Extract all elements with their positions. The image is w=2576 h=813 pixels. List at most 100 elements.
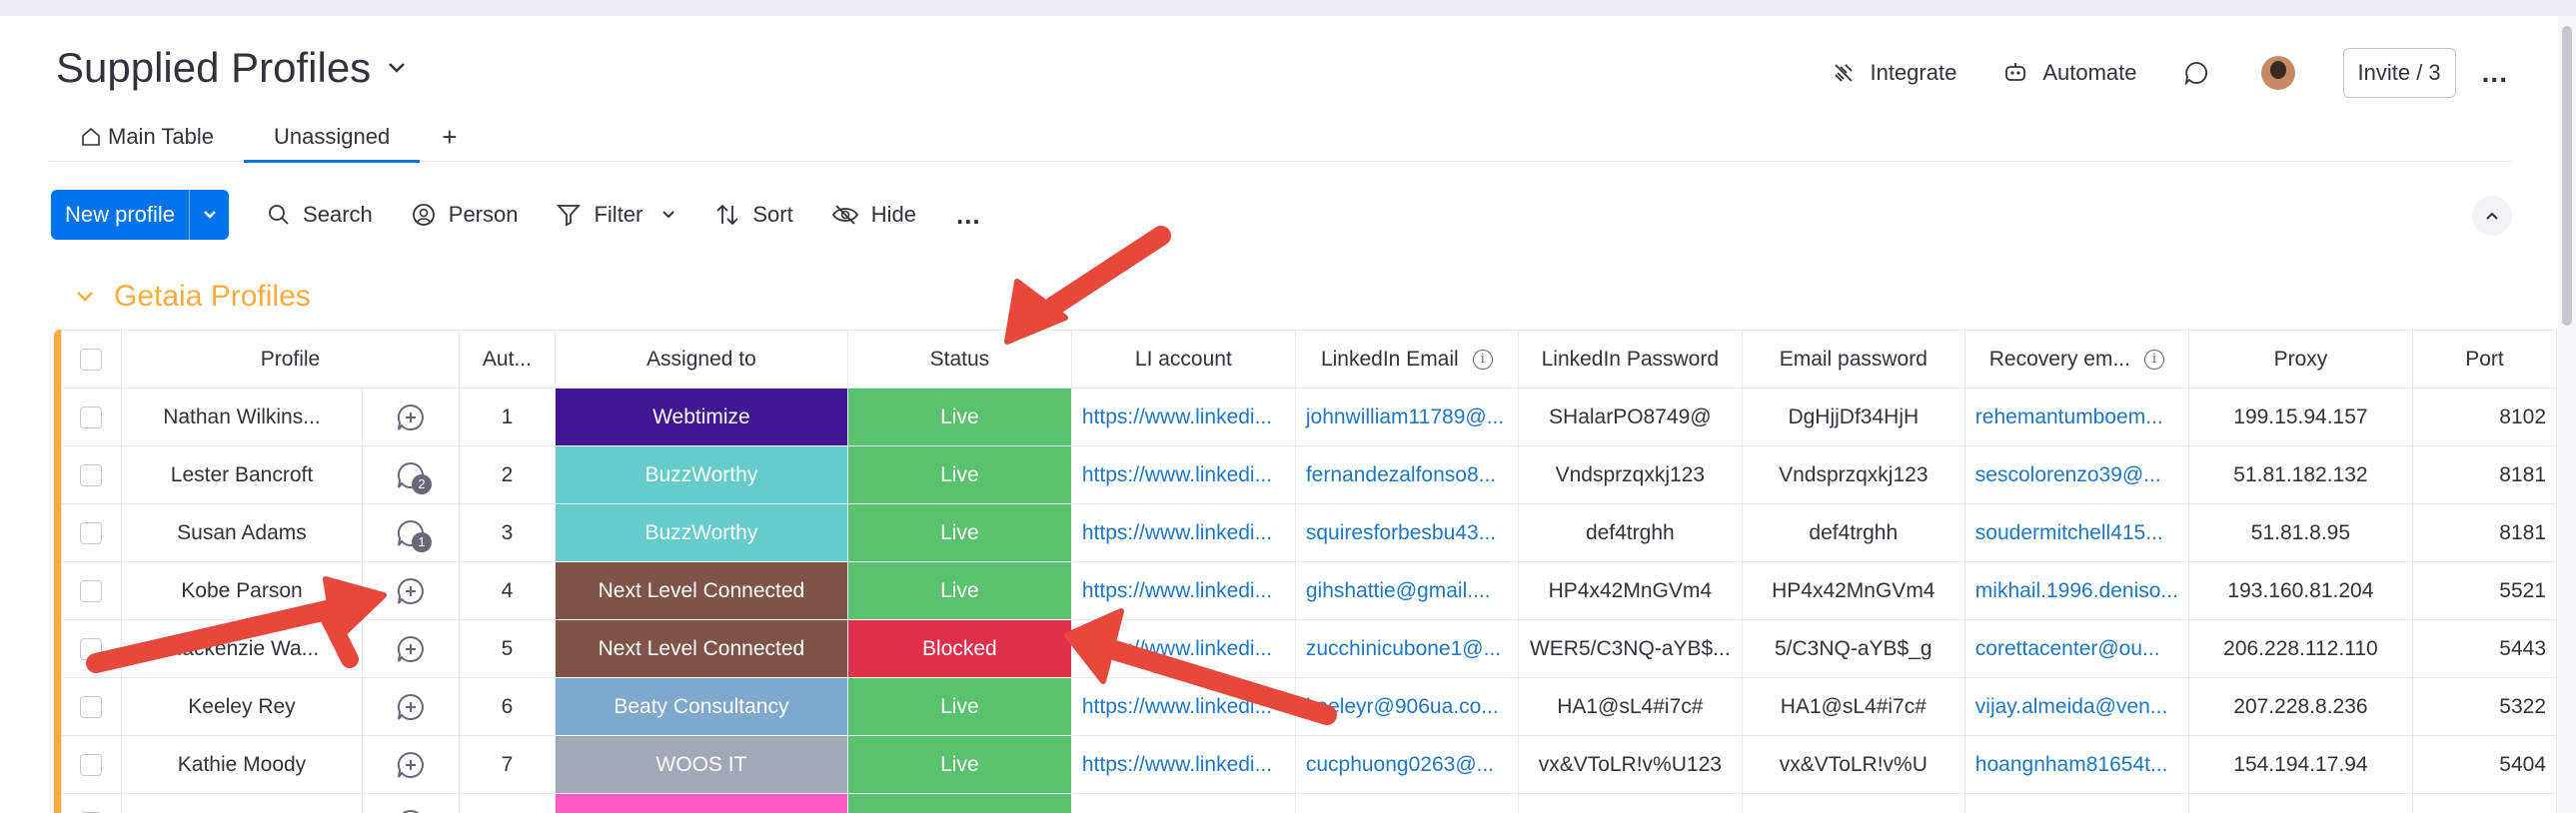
- collapse-header-button[interactable]: [2472, 196, 2512, 236]
- li-email-cell[interactable]: fernandezalfonso8...: [1294, 445, 1519, 504]
- status-label-cell[interactable]: Live: [846, 677, 1072, 736]
- tab-unassigned[interactable]: Unassigned: [244, 112, 421, 163]
- column-header-profile[interactable]: Profile: [120, 330, 460, 389]
- add-update-button[interactable]: [396, 634, 426, 664]
- table-row[interactable]: Kathie Moody 7 WOOS IT Live https://www.link…: [61, 735, 2557, 794]
- board-title[interactable]: Supplied Profiles: [56, 44, 371, 92]
- tab-main-table[interactable]: Main Table: [50, 112, 244, 162]
- email-password-cell[interactable]: Vndsprzqxkj123: [1741, 445, 1965, 504]
- search-button[interactable]: Search: [267, 202, 373, 228]
- proxy-cell[interactable]: 154.194.17.94: [2187, 735, 2413, 794]
- chevron-down-icon[interactable]: [385, 56, 409, 80]
- recovery-email-cell[interactable]: mikhail.1996.deniso...: [1963, 561, 2189, 620]
- proxy-cell[interactable]: 51.81.8.95: [2187, 503, 2413, 562]
- email-password-cell[interactable]: def4trghh: [1741, 503, 1965, 562]
- scrollbar-thumb[interactable]: [2562, 26, 2572, 326]
- port-cell[interactable]: 8102: [2411, 388, 2557, 446]
- port-cell[interactable]: 8181: [2411, 445, 2557, 504]
- li-email-cell[interactable]: squiresforbesbu43...: [1294, 503, 1519, 562]
- row-checkbox[interactable]: [80, 579, 103, 602]
- column-header-recovery[interactable]: Recovery em... i: [1963, 330, 2189, 389]
- profile-cell[interactable]: Lester Bancroft: [120, 445, 363, 504]
- profile-cell[interactable]: Kobe Parson: [120, 561, 363, 620]
- updates-counter[interactable]: 1: [396, 518, 432, 552]
- profile-cell[interactable]: Kathie Moody: [120, 735, 363, 794]
- li-account-link[interactable]: https://www.linkedi...: [1070, 388, 1296, 446]
- row-checkbox-cell[interactable]: [61, 619, 122, 678]
- proxy-cell[interactable]: 207.228.8.236: [2187, 677, 2413, 736]
- person-filter-button[interactable]: Person: [411, 202, 518, 228]
- status-label-cell[interactable]: Live: [846, 503, 1072, 562]
- row-checkbox[interactable]: [80, 406, 103, 428]
- li-account-link[interactable]: https://www.linkedi...: [1070, 503, 1296, 562]
- proxy-cell[interactable]: 193.160.81.204: [2187, 561, 2413, 620]
- more-options-icon[interactable]: ...: [2482, 57, 2508, 89]
- port-cell[interactable]: 5443: [2411, 619, 2557, 678]
- column-header-port[interactable]: Port: [2411, 330, 2557, 389]
- assigned-label-cell[interactable]: WOOS IT: [554, 735, 848, 794]
- select-all-checkbox-cell[interactable]: [61, 330, 122, 389]
- li-account-link[interactable]: https://www.linkedi...: [1070, 793, 1296, 813]
- chevron-down-icon[interactable]: [189, 190, 229, 240]
- info-icon[interactable]: i: [2143, 349, 2164, 370]
- vertical-scrollbar[interactable]: [2558, 16, 2576, 813]
- port-cell[interactable]: 5322: [2411, 677, 2557, 736]
- select-all-checkbox[interactable]: [80, 348, 103, 371]
- li-password-cell[interactable]: HP4x42MnGVm4: [1517, 561, 1743, 620]
- column-header-email-password[interactable]: Email password: [1741, 330, 1965, 389]
- port-cell[interactable]: [2411, 793, 2557, 813]
- add-update-button[interactable]: [396, 692, 426, 722]
- column-header-proxy[interactable]: Proxy: [2187, 330, 2413, 389]
- li-email-cell[interactable]: cucphuong0263@...: [1294, 735, 1519, 794]
- table-row[interactable]: Kobe Parson 4 Next Level Connected Live http…: [61, 561, 2557, 620]
- group-title[interactable]: Getaia Profiles: [114, 280, 311, 314]
- li-email-cell[interactable]: [1294, 793, 1519, 813]
- li-password-cell[interactable]: Vndsprzqxkj123: [1517, 445, 1743, 504]
- add-update-button[interactable]: [396, 576, 426, 606]
- hide-button[interactable]: Hide: [831, 202, 916, 228]
- proxy-cell[interactable]: 206.228.112.110: [2187, 619, 2413, 678]
- updates-cell[interactable]: [361, 619, 460, 678]
- recovery-email-cell[interactable]: rehemantumboem...: [1963, 388, 2189, 446]
- recovery-email-cell[interactable]: hoangnham81654t...: [1963, 735, 2189, 794]
- updates-cell[interactable]: [361, 793, 460, 813]
- new-profile-button[interactable]: New profile: [51, 190, 230, 240]
- li-email-cell[interactable]: johnwilliam11789@...: [1294, 388, 1519, 446]
- table-row[interactable]: Susan Adams 1 3 BuzzWorthy Live https://www.l…: [61, 503, 2557, 562]
- profile-cell[interactable]: Keeley Rey: [120, 677, 363, 736]
- column-header-assigned[interactable]: Assigned to: [554, 330, 848, 389]
- updates-cell[interactable]: [361, 677, 460, 736]
- email-password-cell[interactable]: vx&VToLR!v%U: [1741, 735, 1965, 794]
- port-cell[interactable]: 5521: [2411, 561, 2557, 620]
- profile-cell[interactable]: Joe Richmond: [120, 793, 363, 813]
- chevron-down-icon[interactable]: [660, 209, 676, 221]
- li-email-cell[interactable]: keeleyr@906ua.co...: [1294, 677, 1519, 736]
- add-update-button[interactable]: [396, 808, 426, 813]
- port-cell[interactable]: 5404: [2411, 735, 2557, 794]
- email-password-cell[interactable]: HP4x42MnGVm4: [1741, 561, 1965, 620]
- invite-button[interactable]: Invite / 3: [2342, 48, 2456, 98]
- assigned-label-cell[interactable]: BuzzWorthy: [554, 503, 848, 562]
- li-password-cell[interactable]: WER5/C3NQ-aYB$...: [1517, 619, 1743, 678]
- li-password-cell[interactable]: SHalarPO8749@: [1517, 388, 1743, 446]
- updates-counter[interactable]: 2: [396, 460, 432, 494]
- status-label-cell[interactable]: Live: [846, 388, 1072, 446]
- row-checkbox[interactable]: [80, 637, 103, 660]
- profile-cell[interactable]: Nathan Wilkins...: [120, 388, 363, 446]
- add-view-button[interactable]: +: [420, 112, 479, 162]
- proxy-cell[interactable]: 51.81.182.132: [2187, 445, 2413, 504]
- li-password-cell[interactable]: HA1@sL4#i7c#: [1517, 677, 1743, 736]
- recovery-email-cell[interactable]: corettacenter@ou...: [1963, 619, 2189, 678]
- more-options-icon[interactable]: ...: [956, 200, 981, 231]
- column-header-li-email[interactable]: LinkedIn Email i: [1294, 330, 1519, 389]
- proxy-cell[interactable]: [2187, 793, 2413, 813]
- assigned-label-cell[interactable]: Next Level Connected: [554, 619, 848, 678]
- profile-cell[interactable]: Mackenzie Wa...: [120, 619, 363, 678]
- table-row[interactable]: Nathan Wilkins... 1 Webtimize Live https://w…: [61, 388, 2557, 446]
- assigned-label-cell[interactable]: Beaty Consultancy: [554, 677, 848, 736]
- li-password-cell[interactable]: vx&VToLR!v%U123: [1517, 735, 1743, 794]
- status-label-cell[interactable]: Live: [846, 793, 1072, 813]
- column-header-status[interactable]: Status: [846, 330, 1072, 389]
- email-password-cell[interactable]: DgHjjDf34HjH: [1741, 388, 1965, 446]
- recovery-email-cell[interactable]: vijay.almeida@ven...: [1963, 677, 2189, 736]
